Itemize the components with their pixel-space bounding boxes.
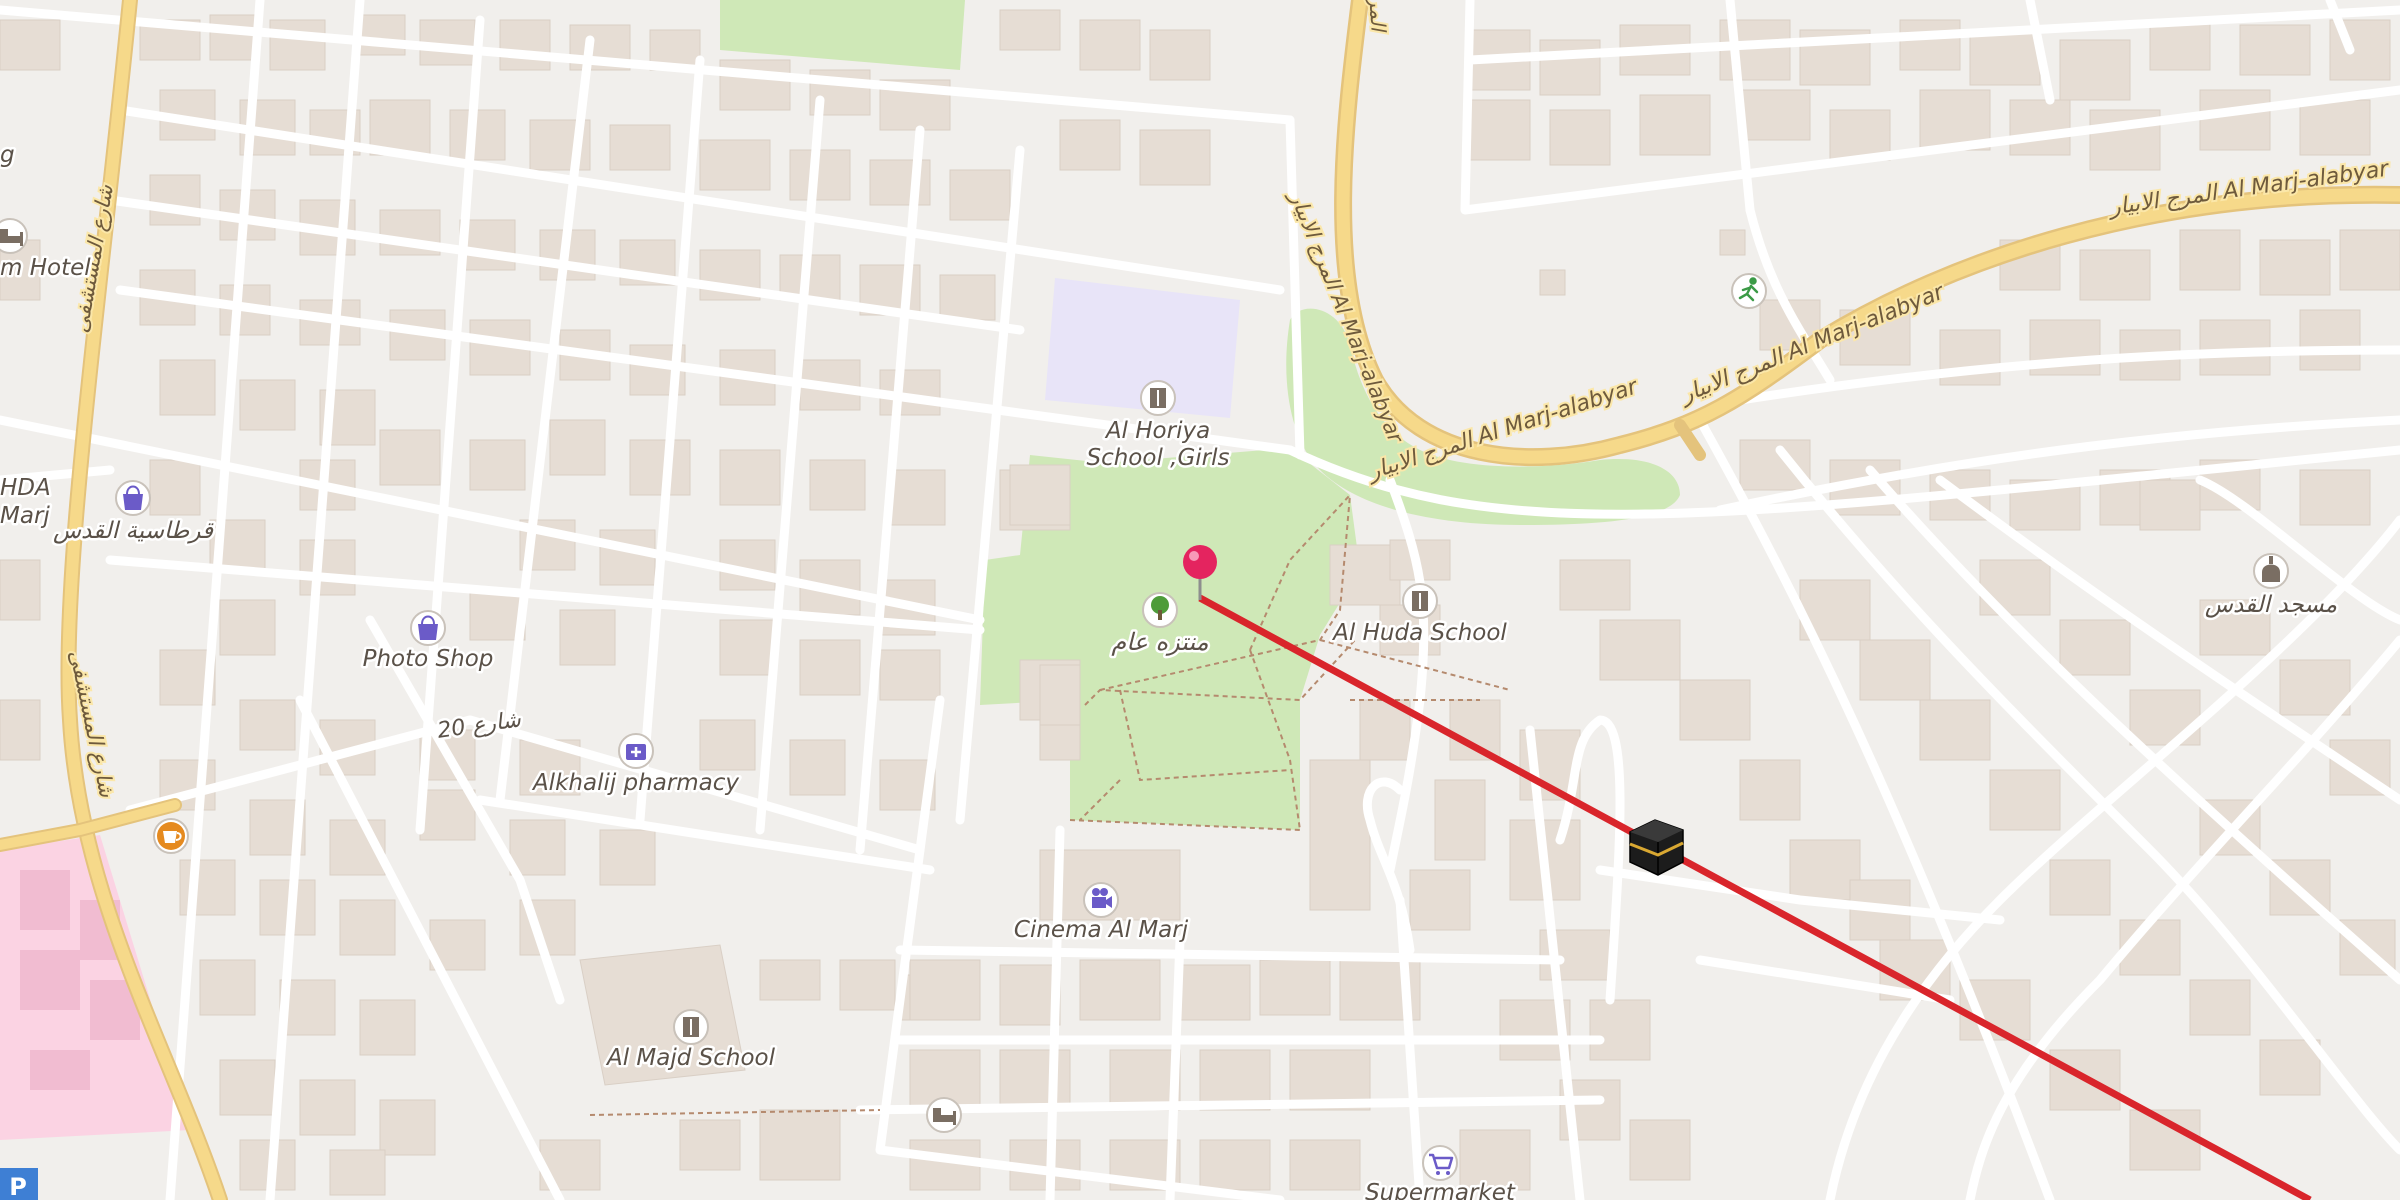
school-icon <box>683 1017 699 1037</box>
map-canvas[interactable]: المرج الابيار Al Marj-alabyar المرج الاب… <box>0 0 2400 1200</box>
pharmacy-icon <box>626 744 646 760</box>
poi-parking[interactable]: P <box>0 1168 38 1200</box>
edge-label-partial: HDA <box>0 475 51 501</box>
cup-icon <box>157 822 185 850</box>
poi-label: Photo Shop <box>363 646 494 672</box>
poi-sports[interactable] <box>1731 273 1767 309</box>
poi-label: منتزه عام <box>1111 628 1208 656</box>
poi-label: قرطاسية القدس <box>53 518 214 544</box>
poi-label: m Hotel <box>0 255 91 281</box>
poi-label: Alkhalij pharmacy <box>531 770 739 796</box>
edge-label-partial: g <box>0 142 15 168</box>
road-label-top-partial: المرج <box>1363 0 1390 34</box>
poi-label: مسجد القدس <box>2205 592 2337 618</box>
shopping-bag-icon <box>418 624 438 640</box>
parking-icon: P <box>9 1173 27 1200</box>
poi-label: Al Majd School <box>605 1045 776 1071</box>
poi-hotel-bottom[interactable] <box>926 1097 962 1133</box>
shopping-bag-icon <box>123 494 143 510</box>
poi-cafe[interactable] <box>153 818 189 854</box>
poi-label: Cinema Al Marj <box>1014 917 1189 943</box>
edge-label-partial: Marj <box>0 503 50 529</box>
poi-label: School ,Girls <box>1086 445 1229 471</box>
school-icon <box>1150 388 1166 408</box>
poi-label: Supermarket <box>1365 1180 1516 1200</box>
school-icon <box>1412 591 1428 611</box>
poi-label: Al Huda School <box>1331 620 1507 646</box>
poi-label: Al Horiya <box>1104 418 1210 444</box>
